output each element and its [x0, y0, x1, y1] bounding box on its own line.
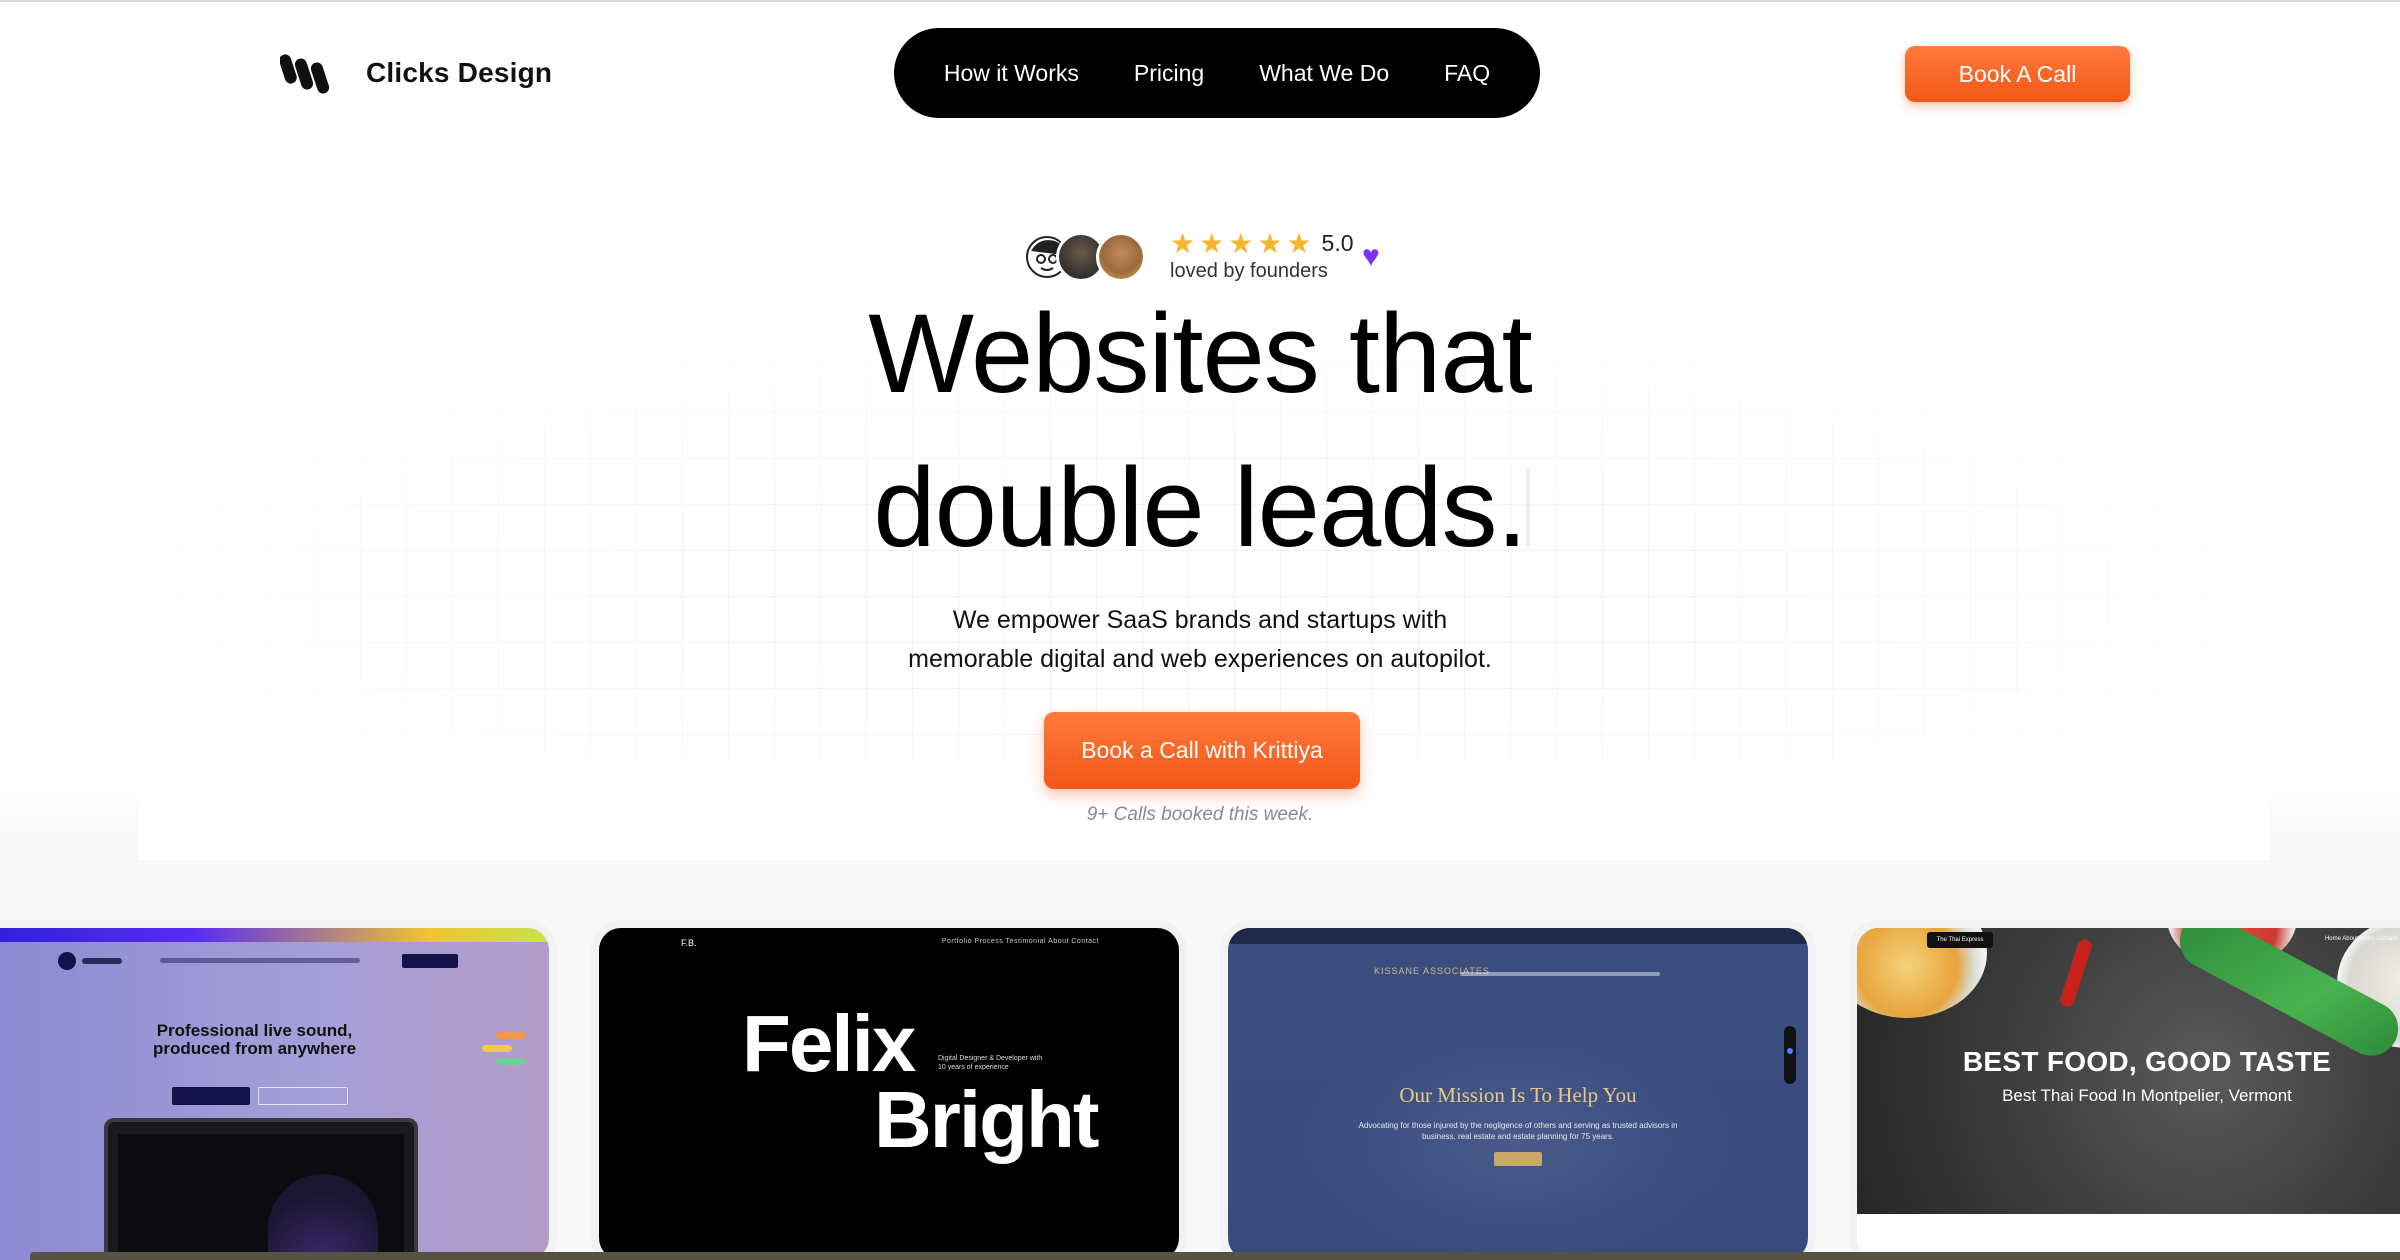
side-widget	[1784, 1026, 1796, 1084]
logo-mark-icon	[280, 54, 330, 94]
headline-line-1: Websites that	[868, 291, 1532, 416]
card-button	[1494, 1152, 1542, 1166]
hero-subtitle-line-1: We empower SaaS brands and startups with	[952, 606, 1448, 634]
star-icon: ★	[1199, 227, 1225, 259]
top-border	[0, 0, 2400, 2]
card-tagline: Digital Designer & Developer with 10 yea…	[938, 1055, 1043, 1071]
brand-logo[interactable]: Clicks Design	[280, 50, 552, 96]
card-nav: Home About Menu Contact	[2324, 936, 2397, 942]
nav-faq[interactable]: FAQ	[1444, 60, 1490, 87]
nav-what-we-do[interactable]: What We Do	[1259, 60, 1389, 87]
star-icon: ★	[1170, 227, 1196, 259]
founder-avatars	[1022, 228, 1146, 284]
social-proof: ★ ★ ★ ★ ★ 5.0 loved by founders	[1022, 226, 1354, 286]
card-button	[172, 1087, 250, 1105]
color-tags	[482, 1032, 526, 1071]
book-a-call-button[interactable]: Book A Call	[1905, 46, 2130, 102]
rating-value: 5.0	[1321, 230, 1354, 256]
rating-caption: loved by founders	[1170, 259, 1328, 282]
portfolio-card-thai-food[interactable]: The Thai Express Home About Menu Contact…	[1857, 928, 2400, 1260]
card-title: BEST FOOD, GOOD TASTE	[1962, 1046, 2332, 1077]
portfolio-card-felix-bright[interactable]: F.B. Portfolio Process Testimonial About…	[599, 928, 1179, 1260]
food-photo: The Thai Express Home About Menu Contact…	[1857, 928, 2400, 1214]
card-name-line-2: Bright	[874, 1075, 1100, 1164]
laptop-mockup	[104, 1118, 418, 1260]
card-topbar	[1228, 928, 1808, 944]
card-nav	[1460, 972, 1660, 976]
portfolio-card-live-sound[interactable]: Professional live sound, produced from a…	[0, 928, 549, 1260]
card-title: Professional live sound, produced from a…	[0, 1022, 549, 1058]
star-rating: ★ ★ ★ ★ ★ 5.0	[1170, 227, 1354, 259]
main-nav: How it Works Pricing What We Do FAQ	[894, 28, 1540, 118]
rating-block: ★ ★ ★ ★ ★ 5.0 loved by founders	[1170, 227, 1354, 283]
laptop-screen	[118, 1134, 404, 1260]
card-title-line-2: produced from anywhere	[152, 1039, 357, 1058]
card-mark: F.B.	[681, 938, 697, 948]
book-call-with-krittiya-button[interactable]: Book a Call with Krittiya	[1044, 712, 1360, 789]
star-icon: ★	[1257, 227, 1283, 259]
card-subtitle: Best Thai Food In Montpelier, Vermont	[2002, 1086, 2292, 1105]
heart-icon: ♥	[1362, 240, 1380, 273]
card-body: Advocating for those injured by the negl…	[1358, 1121, 1678, 1141]
star-icon: ★	[1286, 227, 1312, 259]
card-topbar	[0, 928, 549, 942]
card-title-line-1: Professional live sound,	[156, 1021, 353, 1040]
speaker-arc-graphic	[268, 1174, 378, 1260]
brand-name: Clicks Design	[366, 57, 553, 88]
chili	[2058, 937, 2094, 1009]
portfolio-card-kissane[interactable]: KISSANE ASSOCIATES Our Mission Is To Hel…	[1228, 928, 1808, 1260]
hero-subtitle-line-2: memorable digital and web experiences on…	[908, 645, 1492, 673]
card-nav	[0, 942, 549, 982]
typing-cursor	[1526, 468, 1530, 546]
card-logo: The Thai Express	[1927, 932, 1993, 948]
calls-booked-note: 9+ Calls booked this week.	[1086, 804, 1314, 825]
nav-pricing[interactable]: Pricing	[1134, 60, 1204, 87]
card-heading: Our Mission Is To Help You	[1399, 1083, 1637, 1107]
bottom-bar	[30, 1252, 2400, 1260]
star-icon: ★	[1228, 227, 1254, 259]
card-nav: Portfolio Process Testimonial About Cont…	[941, 938, 1099, 945]
headline-line-2: double leads.	[873, 445, 1527, 570]
avatar	[1096, 232, 1146, 282]
card-button	[258, 1087, 348, 1105]
nav-how-it-works[interactable]: How it Works	[944, 60, 1079, 87]
